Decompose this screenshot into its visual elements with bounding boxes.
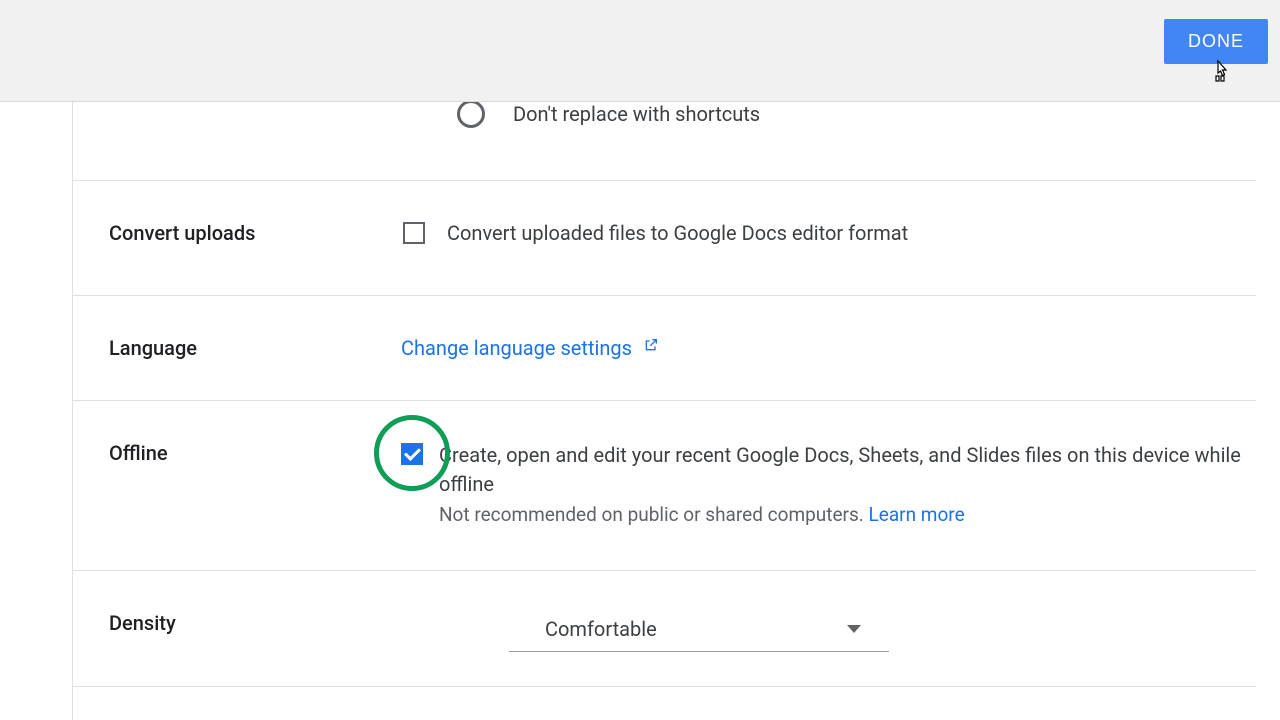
dropdown-triangle-icon	[847, 625, 861, 633]
dont-replace-shortcuts-label: Don't replace with shortcuts	[513, 102, 760, 126]
offline-learn-more-link[interactable]: Learn more	[869, 503, 965, 526]
change-language-label: Change language settings	[401, 336, 632, 360]
language-section: Language Change language settings	[73, 296, 1256, 401]
checkbox-unchecked-icon	[403, 222, 425, 244]
settings-panel: Don't replace with shortcuts Convert upl…	[72, 102, 1280, 720]
shortcuts-section-tail: Don't replace with shortcuts	[73, 102, 1256, 181]
done-button[interactable]: DONE	[1164, 19, 1268, 64]
language-heading: Language	[109, 336, 197, 360]
offline-checkbox[interactable]	[401, 443, 423, 465]
density-dropdown[interactable]: Comfortable	[509, 611, 889, 652]
convert-uploads-label: Convert uploaded files to Google Docs ed…	[447, 221, 908, 245]
external-link-icon	[643, 337, 659, 353]
offline-option-label: Create, open and edit your recent Google…	[439, 441, 1256, 499]
offline-note: Not recommended on public or shared comp…	[439, 503, 1256, 526]
offline-section: Offline Create, open and edit your recen…	[73, 401, 1256, 571]
density-heading: Density	[109, 611, 176, 635]
convert-uploads-section: Convert uploads Convert uploaded files t…	[73, 181, 1256, 296]
convert-uploads-option[interactable]: Convert uploaded files to Google Docs ed…	[403, 221, 908, 245]
radio-unchecked-icon	[457, 102, 485, 128]
dont-replace-shortcuts-option[interactable]: Don't replace with shortcuts	[457, 102, 760, 128]
offline-note-text: Not recommended on public or shared comp…	[439, 503, 869, 526]
offline-heading: Offline	[109, 441, 168, 465]
dialog-header: DONE	[0, 0, 1280, 102]
suggestions-section: Suggestions	[73, 687, 1256, 720]
density-section: Density Comfortable	[73, 571, 1256, 687]
convert-uploads-heading: Convert uploads	[109, 221, 255, 245]
density-value: Comfortable	[545, 617, 657, 641]
change-language-link[interactable]: Change language settings	[401, 336, 659, 360]
